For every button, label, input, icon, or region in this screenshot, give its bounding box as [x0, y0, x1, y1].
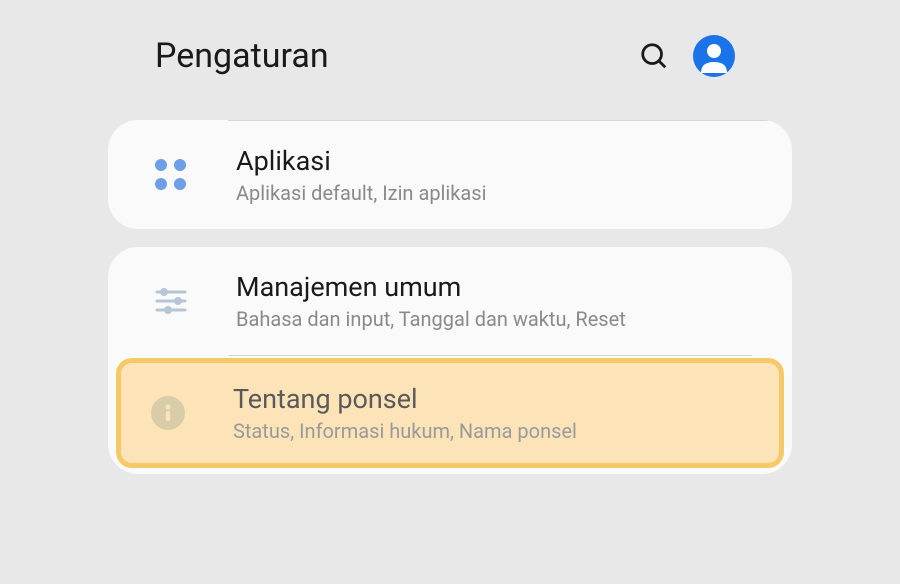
- profile-icon[interactable]: [693, 35, 735, 77]
- general-title: Manajemen umum: [236, 271, 760, 303]
- apps-card: Aplikasi Aplikasi default, Izin aplikasi: [108, 120, 792, 229]
- apps-title: Aplikasi: [236, 145, 760, 177]
- about-subtitle: Status, Informasi hukum, Nama ponsel: [233, 419, 759, 443]
- about-phone-item[interactable]: Tentang ponsel Status, Informasi hukum, …: [116, 358, 784, 468]
- info-icon: [143, 388, 193, 438]
- apps-subtitle: Aplikasi default, Izin aplikasi: [236, 181, 760, 205]
- apps-item[interactable]: Aplikasi Aplikasi default, Izin aplikasi: [108, 121, 792, 229]
- divider: [228, 355, 752, 356]
- search-icon[interactable]: [639, 41, 669, 71]
- page-title: Pengaturan: [155, 36, 329, 76]
- general-subtitle: Bahasa dan input, Tanggal dan waktu, Res…: [236, 307, 760, 331]
- settings-header: Pengaturan: [0, 0, 900, 102]
- general-card: Manajemen umum Bahasa dan input, Tanggal…: [108, 247, 792, 474]
- general-text: Manajemen umum Bahasa dan input, Tanggal…: [236, 271, 760, 331]
- apps-icon: [146, 150, 196, 200]
- sliders-icon: [146, 276, 196, 326]
- about-title: Tentang ponsel: [233, 383, 759, 415]
- general-management-item[interactable]: Manajemen umum Bahasa dan input, Tanggal…: [108, 247, 792, 355]
- apps-text: Aplikasi Aplikasi default, Izin aplikasi: [236, 145, 760, 205]
- header-actions: [639, 35, 735, 77]
- about-text: Tentang ponsel Status, Informasi hukum, …: [233, 383, 759, 443]
